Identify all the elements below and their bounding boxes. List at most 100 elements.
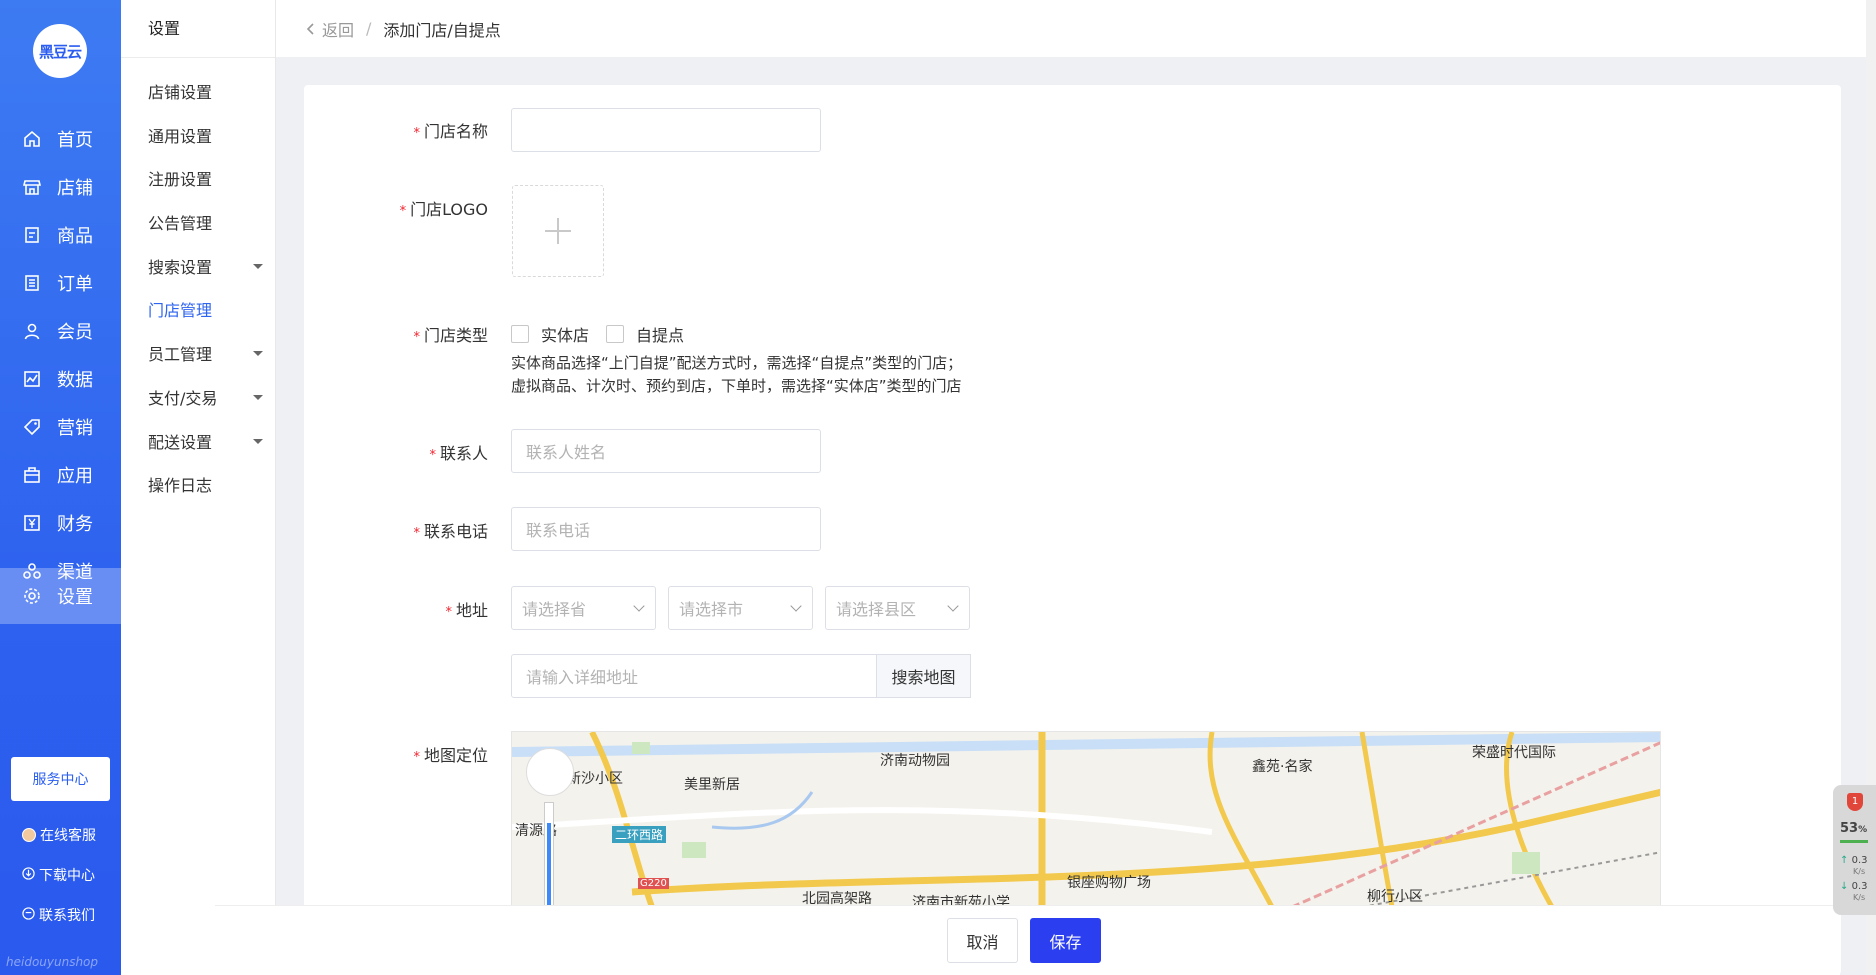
contact-label: * 联系人	[429, 444, 488, 463]
submenu-item-payment[interactable]: 支付/交易	[148, 385, 263, 409]
type-hint-1: 实体商品选择“上门自提”配送方式时，需选择“自提点”类型的门店；	[511, 354, 963, 372]
chevron-left-icon	[306, 22, 314, 35]
submenu-item-register-settings[interactable]: 注册设置	[148, 166, 263, 190]
nav-label: 订单	[57, 274, 93, 295]
submenu-item-store-settings[interactable]: 店铺设置	[148, 79, 263, 103]
phone-icon	[22, 906, 35, 924]
submenu-item-operation-log[interactable]: 操作日志	[148, 472, 263, 496]
app-icon	[22, 465, 42, 485]
caret-down-icon	[253, 394, 263, 400]
map-pan-control[interactable]	[526, 748, 574, 796]
nav-label: 营销	[57, 418, 93, 439]
map-label: 荣盛时代国际	[1472, 745, 1556, 761]
map-label: 北园高架路	[802, 891, 872, 906]
province-select[interactable]: 请选择省	[511, 586, 656, 630]
goods-icon	[22, 225, 42, 245]
network-monitor-widget[interactable]: 1 53% ↑ 0.3 K/s ↓ 0.3 K/s	[1833, 785, 1876, 915]
nav-label: 店铺	[57, 178, 93, 199]
chevron-down-icon	[947, 600, 959, 612]
chevron-down-icon	[633, 600, 645, 612]
map-view[interactable]: 新沙小区 美里新居 济南动物园 鑫苑·名家 荣盛时代国际 清源路 二环西路 G2…	[511, 731, 1661, 906]
checkbox-box	[511, 325, 529, 343]
caret-down-icon	[253, 263, 263, 269]
map-zoom-slider[interactable]	[544, 802, 554, 905]
district-select[interactable]: 请选择县区	[825, 586, 970, 630]
caret-down-icon	[253, 438, 263, 444]
map-label: 美里新居	[684, 777, 740, 793]
settings-submenu: 设置 店铺设置 通用设置 注册设置 公告管理 搜索设置 门店管理 员工管理 支付…	[121, 0, 276, 975]
checkbox-label: 实体店	[541, 326, 590, 345]
back-link[interactable]: 返回	[306, 17, 354, 41]
type-hint-2: 虚拟商品、计次时、预约到店，下单时，需选择“实体店”类型的门店	[511, 377, 962, 395]
map-label: 济南动物园	[880, 753, 950, 769]
map-label: 济南市新苑小学	[912, 895, 1010, 906]
submenu-item-label: 门店管理	[148, 301, 213, 320]
download-center-label: 下载中心	[39, 868, 95, 884]
contact-us-link[interactable]: 联系我们	[22, 905, 95, 925]
type-pickup-checkbox[interactable]: 自提点	[606, 322, 684, 346]
order-icon	[22, 273, 42, 293]
submenu-item-label: 支付/交易	[148, 389, 218, 408]
submenu-item-announcements[interactable]: 公告管理	[148, 210, 263, 234]
checkbox-label: 自提点	[636, 326, 685, 345]
map-label: 银座购物广场	[1067, 875, 1151, 891]
submenu-item-label: 搜索设置	[148, 258, 213, 277]
type-physical-checkbox[interactable]: 实体店	[511, 322, 589, 346]
nav-label: 商品	[57, 226, 93, 247]
phone-label: * 联系电话	[413, 522, 488, 541]
submenu-item-label: 配送设置	[148, 433, 213, 452]
widget-upload-rate: ↑ 0.3	[1840, 855, 1868, 866]
online-service-label: 在线客服	[40, 828, 96, 844]
save-button[interactable]: 保存	[1030, 918, 1101, 963]
page-title: 添加门店/自提点	[383, 20, 501, 40]
phone-input[interactable]: 联系电话	[511, 507, 821, 551]
map-label: 二环西路	[612, 826, 667, 843]
map-location-label: * 地图定位	[413, 746, 488, 765]
submenu-item-label: 操作日志	[148, 476, 213, 495]
widget-bar	[1840, 840, 1868, 843]
brand-logo[interactable]: 黑豆云	[33, 24, 87, 78]
finance-icon	[22, 513, 42, 533]
store-name-input[interactable]	[511, 108, 821, 152]
arrow-down-icon: ↓	[1840, 881, 1849, 892]
breadcrumb-separator: /	[366, 19, 372, 38]
breadcrumb: 返回 / 添加门店/自提点	[276, 0, 1866, 57]
online-service-link[interactable]: 在线客服	[22, 825, 96, 845]
submenu-item-delivery[interactable]: 配送设置	[148, 429, 263, 453]
brand-watermark: heidouyunshop	[6, 955, 99, 969]
nav-item-settings[interactable]: 设置	[0, 568, 121, 624]
service-center-button[interactable]: 服务中心	[11, 757, 110, 801]
submenu-item-staff-management[interactable]: 员工管理	[148, 341, 263, 365]
shield-icon: 1	[1847, 793, 1863, 811]
cancel-button[interactable]: 取消	[947, 918, 1018, 963]
caret-down-icon	[253, 350, 263, 356]
contact-input[interactable]: 联系人姓名	[511, 429, 821, 473]
tag-icon	[22, 417, 42, 437]
submenu-item-label: 通用设置	[148, 127, 213, 146]
submenu-item-label: 公告管理	[148, 214, 213, 233]
contact-us-label: 联系我们	[39, 908, 95, 924]
submenu-item-search-settings[interactable]: 搜索设置	[148, 254, 263, 278]
nav-label: 应用	[57, 466, 93, 487]
widget-upload-unit: K/s	[1853, 867, 1866, 876]
submenu-item-store-management[interactable]: 门店管理	[148, 297, 263, 321]
store-icon	[22, 177, 42, 197]
map-label: 新沙小区	[567, 771, 623, 787]
search-map-button[interactable]: 搜索地图	[877, 654, 971, 698]
checkbox-box	[606, 325, 624, 343]
submenu-item-label: 员工管理	[148, 345, 213, 364]
download-icon	[22, 866, 35, 884]
submenu-item-label: 注册设置	[148, 170, 213, 189]
nav-label: 设置	[57, 587, 93, 608]
detail-address-input[interactable]: 请输入详细地址	[511, 654, 877, 698]
download-center-link[interactable]: 下载中心	[22, 865, 95, 885]
submenu-item-general-settings[interactable]: 通用设置	[148, 123, 263, 147]
nav-label: 首页	[57, 130, 93, 151]
logo-upload[interactable]	[512, 185, 604, 277]
avatar-icon	[22, 828, 36, 842]
nav-label: 会员	[57, 322, 93, 343]
city-select[interactable]: 请选择市	[668, 586, 813, 630]
chevron-down-icon	[790, 600, 802, 612]
member-icon	[22, 321, 42, 341]
store-type-label: * 门店类型	[413, 326, 488, 345]
